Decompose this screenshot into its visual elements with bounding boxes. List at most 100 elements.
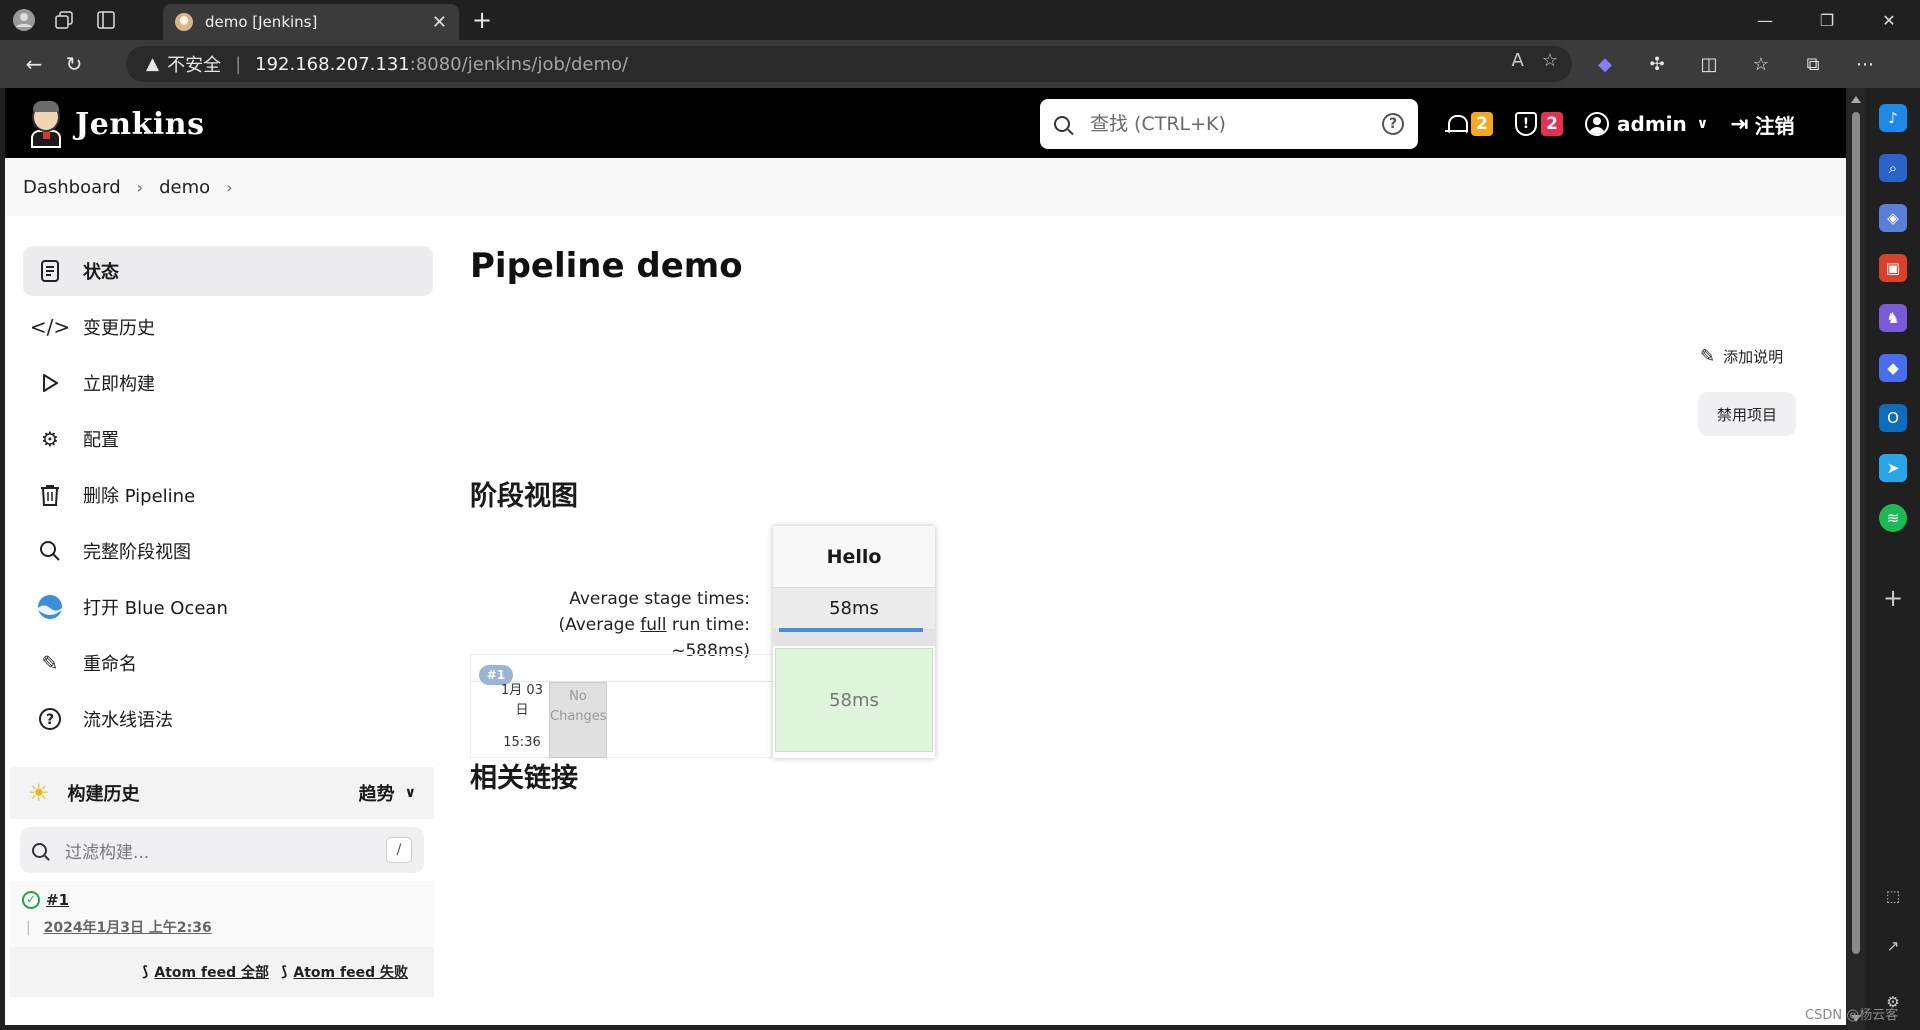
close-window-icon[interactable]: ✕ [1858,0,1920,40]
pencil-icon: ✎ [1700,346,1716,367]
favorite-star-icon[interactable]: ☆ [1542,50,1558,71]
notifications-button[interactable]: 2 [1445,112,1493,136]
notification-bell-icon[interactable]: ♪ [1879,104,1907,132]
add-description-link[interactable]: ✎ 添加说明 [1700,346,1783,367]
user-menu[interactable]: admin ∨ [1585,112,1708,136]
new-tab-icon[interactable]: + [466,6,498,34]
copilot-icon[interactable]: ◆ [1879,354,1907,382]
task-delete[interactable]: 删除 Pipeline [23,470,433,520]
close-tab-icon[interactable]: ✕ [432,12,447,33]
task-status[interactable]: 状态 [23,246,433,296]
shield-icon: ! [1515,112,1537,136]
disable-project-button[interactable]: 禁用项目 [1698,392,1796,436]
task-rename[interactable]: ✎ 重命名 [23,638,433,688]
spotify-icon[interactable]: ≋ [1879,504,1907,532]
blue-ocean-icon [37,594,63,620]
task-configure[interactable]: ⚙ 配置 [23,414,433,464]
minimize-icon[interactable]: — [1734,0,1796,40]
security-button[interactable]: ! 2 [1515,112,1563,136]
scroll-up-icon[interactable] [1851,96,1861,103]
address-bar[interactable]: ▲ 不安全 | 192.168.207.131 :8080/jenkins/jo… [126,46,1572,82]
breadcrumb-demo[interactable]: demo [159,177,210,198]
task-full-stage-view[interactable]: 完整阶段视图 [23,526,433,576]
favorites-icon[interactable]: ☆ [1746,50,1776,78]
avg-full-prefix: (Average [558,615,641,635]
build-entry: ✓ #1 | 2024年1月3日 上午2:36 [10,881,434,947]
build-filter-placeholder: 过滤构建... [65,842,150,863]
logout-icon: ⇥ [1730,111,1749,137]
jenkins-butler-icon [27,100,65,148]
chevron-right-icon: › [136,177,144,197]
collections-icon[interactable]: ⧉ [1798,50,1828,78]
stage-cell-success[interactable]: 58ms [775,648,933,752]
split-screen-icon[interactable]: ◫ [1694,50,1724,78]
breadcrumb: Dashboard › demo › [5,158,1846,216]
restore-icon[interactable]: ❐ [1796,0,1858,40]
no-changes-line2: Changes [550,709,607,724]
trend-button[interactable]: 趋势 ∨ [359,780,416,806]
tab-actions-icon[interactable] [90,6,122,34]
filter-shortcut: / [386,837,412,863]
timeline-divider: | [26,920,31,936]
security-badge: 2 [1541,112,1563,136]
no-changes-line1: No [569,689,587,704]
window-controls: — ❐ ✕ [1734,0,1920,40]
stage-column-hello: Hello 58ms 58ms [773,526,935,758]
question-icon: ? [37,706,63,732]
more-icon[interactable]: ⋯ [1850,50,1880,78]
task-blue-ocean[interactable]: 打开 Blue Ocean [23,582,433,632]
security-label: 不安全 [167,55,222,76]
stage-averages-label: Average stage times: (Average full run t… [500,586,750,664]
add-icon[interactable]: + [1879,584,1907,612]
profile-icon[interactable] [8,6,40,34]
header-actions: 2 ! 2 admin ∨ ⇥ 注销 [1445,104,1817,144]
extensions-icon[interactable]: ✣ [1642,50,1672,78]
outlook-icon[interactable]: O [1879,404,1907,432]
run-time: 15:36 [503,735,541,750]
chevron-down-icon: ∨ [1696,116,1709,132]
task-build-now[interactable]: 立即构建 [23,358,433,408]
open-external-icon[interactable]: ↗ [1879,932,1907,960]
refresh-icon[interactable]: ↻ [58,50,90,78]
tab-jenkins[interactable]: demo [Jenkins] ✕ [163,4,459,40]
breadcrumb-dashboard[interactable]: Dashboard [23,177,121,198]
shopping-tag-icon[interactable]: ◈ [1879,204,1907,232]
task-label: 完整阶段视图 [83,542,191,563]
help-icon[interactable]: ? [1382,113,1404,135]
feed-fail-link[interactable]: Atom feed 失败 [293,962,408,982]
screenshot-icon[interactable]: ⬚ [1879,882,1907,910]
read-aloud-icon[interactable]: A [1512,50,1524,71]
games-icon[interactable]: ♞ [1879,304,1907,332]
warning-icon: ▲ [146,54,160,74]
workspaces-icon[interactable] [48,6,80,34]
search-box[interactable]: ? [1040,99,1418,149]
telegram-icon[interactable]: ➤ [1879,454,1907,482]
build-number-link[interactable]: #1 [46,891,69,909]
scroll-thumb[interactable] [1852,112,1860,954]
sun-icon: ☀ [28,779,50,807]
build-date-link[interactable]: 2024年1月3日 上午2:36 [44,920,212,936]
build-filter[interactable]: 过滤构建... / [20,827,424,873]
jenkins-logo[interactable]: Jenkins [27,100,204,148]
search-icon[interactable]: ⌕ [1879,154,1907,182]
tab-title: demo [Jenkins] [205,13,318,31]
related-links-title: 相关链接 [470,763,578,794]
avg-full-suffix: run time: [666,615,750,635]
task-changes[interactable]: </> 变更历史 [23,302,433,352]
search-input[interactable] [1090,113,1382,135]
build-history-title: 构建历史 [67,784,140,805]
full-run-link[interactable]: full [640,615,666,635]
run-date-line1: 1月 03 [501,683,543,698]
feed-all-link[interactable]: Atom feed 全部 [154,962,269,982]
tools-icon[interactable]: ▣ [1879,254,1907,282]
chevron-right-icon[interactable]: › [226,178,232,197]
copilot-icon[interactable]: ◆ [1590,50,1620,78]
success-check-icon: ✓ [22,891,40,909]
task-pipeline-syntax[interactable]: ? 流水线语法 [23,694,433,744]
brand-name: Jenkins [75,106,205,142]
back-icon[interactable]: ← [18,50,50,78]
search-icon [32,842,47,858]
page-scrollbar[interactable] [1846,88,1866,1030]
logout-button[interactable]: ⇥ 注销 [1730,110,1794,139]
stage-view: Average stage times: (Average full run t… [470,526,940,766]
